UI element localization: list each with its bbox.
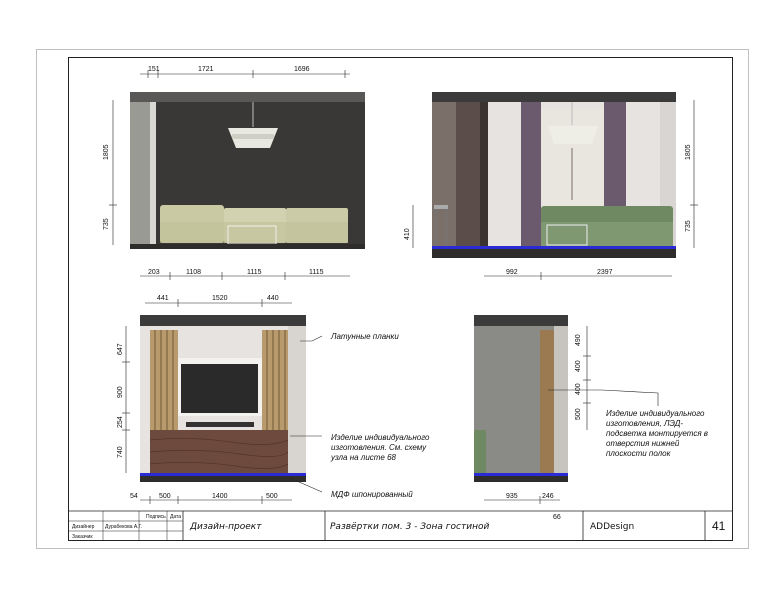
dim-left-1: 1805 bbox=[103, 144, 110, 160]
tb-sheet-title: Развёртки пом. 3 - Зона гостиной bbox=[330, 522, 489, 532]
dim-right-400b: 400 bbox=[575, 383, 582, 395]
wood-shelf-panel bbox=[540, 330, 554, 473]
dim-bottom-500b: 500 bbox=[266, 493, 278, 500]
led-strip-2 bbox=[140, 473, 306, 476]
dim-bottom-1: 203 bbox=[148, 269, 160, 276]
note-mdf: МДФ шпонированный bbox=[331, 490, 413, 499]
dim-top-440: 440 bbox=[267, 295, 279, 302]
elevation-bottom-left: 441 1520 440 647 900 254 740 54 500 1400… bbox=[117, 295, 323, 504]
dim-top-441: 441 bbox=[157, 295, 169, 302]
brass-slats-right bbox=[262, 330, 288, 430]
dim-right-400a: 400 bbox=[575, 360, 582, 372]
dim-left-900: 900 bbox=[117, 386, 124, 398]
elevation-top-right: 410 1805 735 992 2397 bbox=[404, 92, 698, 280]
dim-left-2: 735 bbox=[103, 218, 110, 230]
dim-left-647: 647 bbox=[117, 343, 124, 355]
dim-left-254: 254 bbox=[117, 416, 124, 428]
dim-left-740: 740 bbox=[117, 446, 124, 458]
dim-right-1: 1805 bbox=[685, 144, 692, 160]
note-led-5: плоскости полок bbox=[606, 449, 672, 458]
pendant-lamp-2 bbox=[548, 126, 598, 144]
dim-top-2: 1721 bbox=[198, 66, 214, 73]
dim-top-1: 151 bbox=[148, 66, 160, 73]
tv-screen bbox=[181, 364, 258, 413]
dim-bottom-246: 246 bbox=[542, 493, 554, 500]
note-led-4: отверстия нижней bbox=[606, 439, 680, 448]
brass-slats-left bbox=[150, 330, 178, 430]
door-panel bbox=[456, 102, 480, 248]
dim-top-1520: 1520 bbox=[212, 295, 228, 302]
ceiling bbox=[130, 92, 365, 102]
note-custom-3: узла на листе 68 bbox=[330, 453, 397, 462]
tb-sheet-number: 41 bbox=[712, 519, 726, 533]
dim-top-3: 1696 bbox=[294, 66, 310, 73]
sofa-edge bbox=[474, 430, 486, 473]
tb-designer-label: Дизайнер bbox=[72, 523, 95, 530]
drawing-canvas: 151 1721 1696 1805 735 203 1108 1115 111… bbox=[68, 66, 733, 541]
tb-company: ADDesign bbox=[590, 522, 634, 532]
title-block: Подпись Дата Дизайнер Дурабекова А.Г. За… bbox=[68, 510, 733, 541]
curtain-left bbox=[521, 102, 541, 248]
led-strip bbox=[432, 246, 676, 249]
elevation-top-left: 151 1721 1696 1805 735 203 1108 1115 111… bbox=[103, 66, 365, 280]
note-led-2: изготовления, ЛЭД- bbox=[606, 419, 683, 428]
note-custom-1: Изделие индивидуального bbox=[331, 433, 430, 442]
window-edge bbox=[150, 92, 156, 248]
note-led-1: Изделие индивидуального bbox=[606, 409, 705, 418]
dim-extra-66: 66 bbox=[553, 514, 561, 521]
elevation-bottom-right: 490 400 400 500 935 246 66 bbox=[474, 315, 659, 521]
dim-bottom-2: 1108 bbox=[186, 269, 201, 276]
dim-right-500: 500 bbox=[575, 408, 582, 420]
tb-date-label: Дата bbox=[170, 514, 181, 520]
dim-bottom-54: 54 bbox=[130, 493, 138, 500]
tb-client-label: Заказчик bbox=[72, 534, 93, 540]
dim-bottom-992: 992 bbox=[506, 269, 518, 276]
dim-right-490: 490 bbox=[575, 334, 582, 346]
dim-right-2: 735 bbox=[685, 220, 692, 232]
dim-bottom-935: 935 bbox=[506, 493, 518, 500]
dim-bottom-500a: 500 bbox=[159, 493, 171, 500]
dim-left-410: 410 bbox=[404, 228, 411, 240]
dim-bottom-4: 1115 bbox=[309, 269, 324, 276]
note-led-3: подсветка монтируется в bbox=[606, 429, 708, 438]
dim-bottom-1400: 1400 bbox=[212, 493, 228, 500]
note-custom-2: изготовления. См. схему bbox=[331, 443, 427, 452]
tb-sign-label: Подпись bbox=[146, 514, 166, 520]
dim-bottom-2397: 2397 bbox=[597, 269, 613, 276]
dim-bottom-3: 1115 bbox=[247, 269, 262, 276]
note-brass: Латунные планки bbox=[330, 332, 399, 341]
led-strip-3 bbox=[474, 473, 568, 476]
tb-project: Дизайн-проект bbox=[189, 522, 262, 532]
tb-designer-name: Дурабекова А.Г. bbox=[105, 524, 142, 530]
